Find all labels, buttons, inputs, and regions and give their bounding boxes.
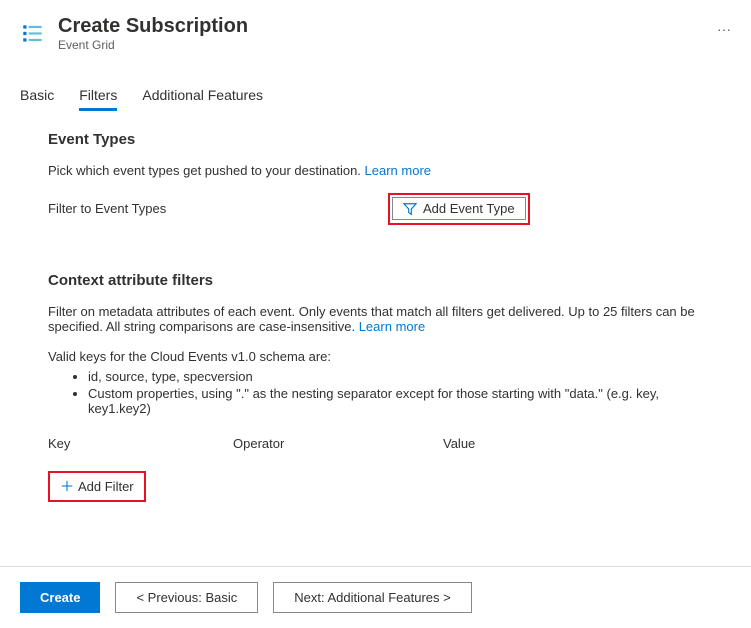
context-filters-description: Filter on metadata attributes of each ev…	[48, 304, 703, 334]
page-header: Create Subscription Event Grid ···	[0, 0, 751, 62]
tab-additional-features[interactable]: Additional Features	[142, 82, 263, 111]
valid-keys-intro: Valid keys for the Cloud Events v1.0 sch…	[48, 349, 703, 364]
valid-keys-list: id, source, type, specversion Custom pro…	[48, 369, 703, 416]
filter-event-types-row: Filter to Event Types Add Event Type	[48, 193, 703, 225]
event-types-description: Pick which event types get pushed to you…	[48, 163, 703, 178]
tab-basic[interactable]: Basic	[20, 82, 54, 111]
valid-key-item: Custom properties, using "." as the nest…	[88, 386, 703, 416]
add-filter-label: Add Filter	[78, 479, 134, 494]
filter-event-types-label: Filter to Event Types	[48, 201, 388, 216]
subscription-icon	[20, 21, 46, 47]
more-menu-icon[interactable]: ···	[717, 21, 731, 37]
column-operator-label: Operator	[233, 436, 443, 451]
footer-bar: Create < Previous: Basic Next: Additiona…	[0, 566, 751, 628]
filter-icon	[403, 202, 417, 216]
valid-key-item: id, source, type, specversion	[88, 369, 703, 384]
highlight-add-event-type: Add Event Type	[388, 193, 530, 225]
add-event-type-label: Add Event Type	[423, 201, 515, 216]
add-event-type-button[interactable]: Add Event Type	[392, 197, 526, 220]
plus-icon	[60, 479, 74, 493]
filter-table-header: Key Operator Value	[48, 436, 703, 451]
column-key-label: Key	[48, 436, 233, 451]
next-button[interactable]: Next: Additional Features >	[273, 582, 471, 613]
page-subtitle: Event Grid	[58, 38, 685, 52]
create-button[interactable]: Create	[20, 582, 100, 613]
event-types-learn-more-link[interactable]: Learn more	[365, 163, 431, 178]
previous-button[interactable]: < Previous: Basic	[115, 582, 258, 613]
event-types-desc-text: Pick which event types get pushed to you…	[48, 163, 365, 178]
context-filters-learn-more-link[interactable]: Learn more	[359, 319, 425, 334]
add-filter-button[interactable]: Add Filter	[52, 475, 142, 498]
content-area: Event Types Pick which event types get p…	[0, 111, 751, 522]
page-title: Create Subscription	[58, 15, 685, 38]
column-value-label: Value	[443, 436, 703, 451]
context-filters-title: Context attribute filters	[48, 272, 703, 289]
tab-filters[interactable]: Filters	[79, 82, 117, 111]
highlight-add-filter: Add Filter	[48, 471, 146, 503]
event-types-title: Event Types	[48, 131, 703, 148]
tab-bar: Basic Filters Additional Features	[0, 82, 751, 111]
header-text-block: Create Subscription Event Grid	[58, 15, 685, 52]
